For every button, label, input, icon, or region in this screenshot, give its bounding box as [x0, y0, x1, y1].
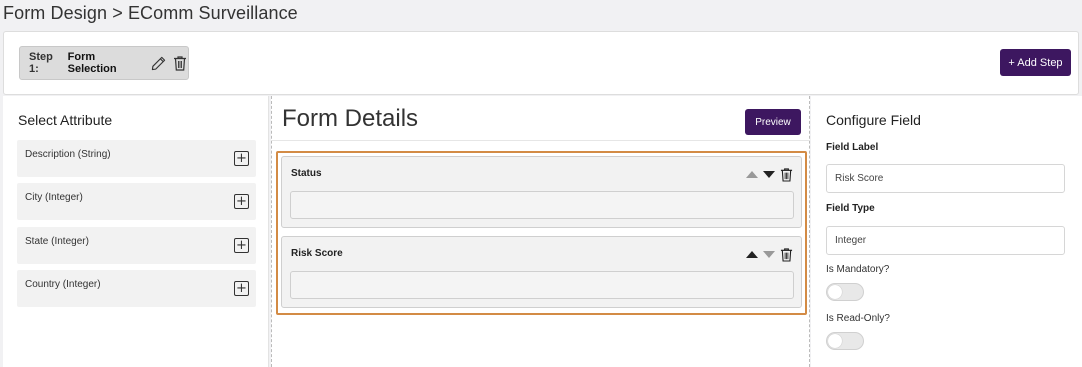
page-title: Form Design > EComm Surveillance: [3, 3, 298, 23]
triangle-up-icon[interactable]: [746, 251, 758, 258]
field-label-input[interactable]: [826, 164, 1065, 193]
select-attribute-panel: Select Attribute Description (String) + …: [3, 96, 269, 367]
form-field-card[interactable]: Status: [281, 156, 802, 228]
attribute-label: State (Integer): [25, 236, 89, 247]
plus-square-icon[interactable]: +: [234, 194, 249, 209]
attribute-label: Description (String): [25, 149, 111, 160]
configure-field-panel: Configure Field Field Label Field Type I…: [811, 96, 1082, 367]
step-chip[interactable]: Step 1: Form Selection: [19, 46, 189, 80]
field-type-heading: Field Type: [826, 203, 875, 214]
toggle-knob: [828, 334, 842, 348]
triangle-up-icon[interactable]: [746, 171, 758, 178]
read-only-label: Is Read-Only?: [826, 313, 890, 324]
select-attribute-title: Select Attribute: [18, 112, 113, 128]
form-drop-area: Status Risk Score: [276, 151, 807, 315]
field-controls: [746, 167, 793, 182]
triangle-down-icon[interactable]: [763, 171, 775, 178]
field-type-input[interactable]: [826, 226, 1065, 255]
trash-icon[interactable]: [780, 247, 793, 262]
field-label-heading: Field Label: [826, 142, 879, 153]
attribute-item[interactable]: Country (Integer) +: [17, 270, 256, 307]
plus-square-icon[interactable]: +: [234, 151, 249, 166]
plus-square-icon[interactable]: +: [234, 238, 249, 253]
configure-field-title: Configure Field: [826, 112, 921, 128]
plus-square-icon[interactable]: +: [234, 281, 249, 296]
triangle-down-icon[interactable]: [763, 251, 775, 258]
step-number: Step 1:: [29, 51, 53, 75]
attribute-item[interactable]: State (Integer) +: [17, 227, 256, 264]
read-only-toggle[interactable]: [826, 332, 864, 350]
mandatory-label: Is Mandatory?: [826, 264, 890, 275]
form-details-title: Form Details: [282, 105, 419, 132]
form-field-card[interactable]: Risk Score: [281, 236, 802, 308]
preview-button[interactable]: Preview: [745, 109, 801, 135]
form-field-input[interactable]: [290, 271, 794, 299]
field-controls: [746, 247, 793, 262]
form-field-label: Risk Score: [291, 248, 343, 259]
steps-bar: Step 1: Form Selection + Add Step: [3, 31, 1079, 95]
toggle-knob: [828, 285, 842, 299]
add-step-button[interactable]: + Add Step: [1000, 49, 1071, 76]
attribute-item[interactable]: City (Integer) +: [17, 183, 256, 220]
step-name: Form Selection: [67, 51, 117, 75]
form-field-input[interactable]: [290, 191, 794, 219]
trash-icon[interactable]: [780, 167, 793, 182]
pencil-icon[interactable]: [151, 55, 167, 71]
attribute-item[interactable]: Description (String) +: [17, 140, 256, 177]
divider: [272, 140, 809, 141]
attribute-label: Country (Integer): [25, 279, 101, 290]
form-field-label: Status: [291, 168, 322, 179]
attribute-label: City (Integer): [25, 192, 83, 203]
trash-icon[interactable]: [172, 55, 188, 71]
mandatory-toggle[interactable]: [826, 283, 864, 301]
form-details-panel: Form Details Preview Status Risk Score: [271, 96, 810, 367]
